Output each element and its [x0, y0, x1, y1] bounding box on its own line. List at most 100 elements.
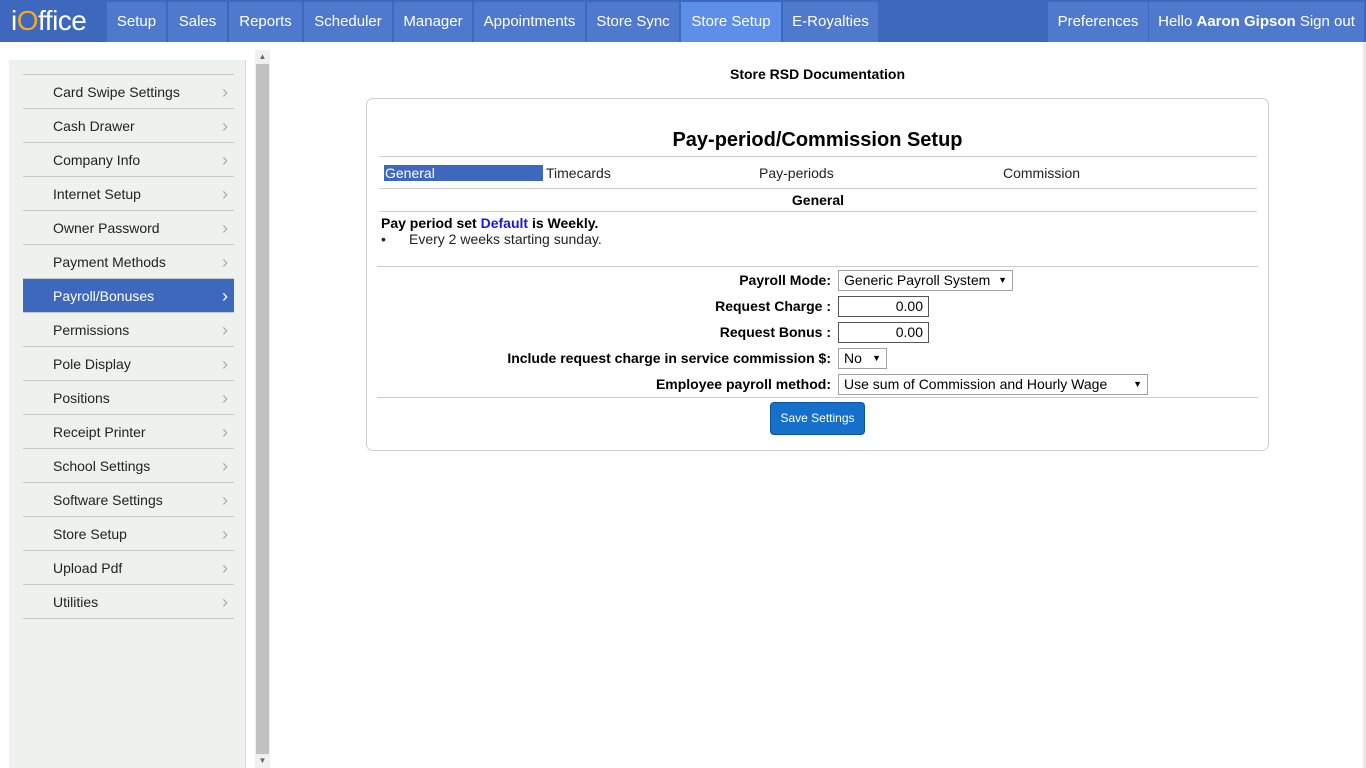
- chevron-right-icon: ›: [222, 388, 228, 408]
- pay-period-detail: • Every 2 weeks starting sunday.: [381, 231, 602, 247]
- logo-o: O: [16, 5, 39, 36]
- sidebar-item-receipt-printer[interactable]: Receipt Printer ›: [23, 415, 234, 449]
- scroll-down-arrow-icon[interactable]: ▼: [255, 754, 270, 768]
- chevron-right-icon: ›: [222, 524, 228, 544]
- sidebar-item-label: School Settings: [53, 458, 151, 474]
- request-bonus-row: Request Bonus : 0.00: [367, 322, 1268, 344]
- dropdown-arrow-icon: ▼: [1133, 379, 1142, 389]
- request-charge-input[interactable]: 0.00: [838, 296, 929, 317]
- chevron-right-icon: ›: [222, 184, 228, 204]
- sidebar-item-owner-password[interactable]: Owner Password ›: [23, 211, 234, 245]
- nav-preferences[interactable]: Preferences: [1048, 2, 1148, 42]
- request-charge-row: Request Charge : 0.00: [367, 296, 1268, 318]
- sidebar-item-label: Positions: [53, 390, 110, 406]
- employee-method-label: Employee payroll method:: [655, 376, 831, 392]
- tab-general[interactable]: General: [384, 165, 543, 181]
- nav-manager[interactable]: Manager: [394, 2, 473, 42]
- doc-title[interactable]: Store RSD Documentation: [366, 66, 1269, 82]
- sidebar-item-label: Upload Pdf: [53, 560, 123, 576]
- sidebar-item-software-settings[interactable]: Software Settings ›: [23, 483, 234, 517]
- sidebar-item-cash-drawer[interactable]: Cash Drawer ›: [23, 109, 234, 143]
- nav-appointments[interactable]: Appointments: [474, 2, 586, 42]
- user-name: Aaron Gipson: [1196, 13, 1296, 30]
- payroll-mode-label: Payroll Mode:: [739, 272, 831, 288]
- chevron-right-icon: ›: [222, 592, 228, 612]
- tab-bar: General Timecards Pay-periods Commission: [379, 156, 1257, 189]
- sidebar-item-company-info[interactable]: Company Info ›: [23, 143, 234, 177]
- sidebar-item-card-swipe-settings[interactable]: Card Swipe Settings ›: [23, 75, 234, 109]
- logo-rest: ffice: [38, 5, 87, 36]
- sidebar-item-label: Payroll/Bonuses: [53, 288, 155, 304]
- sidebar-item-school-settings[interactable]: School Settings ›: [23, 449, 234, 483]
- pay-period-default-link[interactable]: Default: [481, 215, 528, 231]
- chevron-right-icon: ›: [222, 218, 228, 238]
- tab-pay-periods[interactable]: Pay-periods: [759, 165, 834, 181]
- include-charge-label: Include request charge in service commis…: [507, 350, 831, 366]
- payroll-mode-select[interactable]: Generic Payroll System ▼: [838, 270, 1013, 291]
- sidebar-list: Card Swipe Settings › Cash Drawer › Company …: [23, 74, 234, 619]
- sidebar-item-pole-display[interactable]: Pole Display ›: [23, 347, 234, 381]
- sidebar-item-label: Pole Display: [53, 356, 131, 372]
- pay-period-detail-text: Every 2 weeks starting sunday.: [409, 231, 602, 247]
- chevron-right-icon: ›: [222, 320, 228, 340]
- include-charge-row: Include request charge in service commis…: [367, 348, 1268, 370]
- save-settings-button[interactable]: Save Settings: [770, 402, 865, 435]
- employee-method-select[interactable]: Use sum of Commission and Hourly Wage ▼: [838, 374, 1148, 395]
- sidebar-item-payroll-bonuses[interactable]: Payroll/Bonuses ›: [23, 279, 234, 313]
- chevron-right-icon: ›: [222, 286, 228, 306]
- sidebar-item-positions[interactable]: Positions ›: [23, 381, 234, 415]
- sidebar-item-store-setup[interactable]: Store Setup ›: [23, 517, 234, 551]
- sidebar-item-label: Cash Drawer: [53, 118, 135, 134]
- sidebar-scrollbar[interactable]: ▲ ▼: [255, 50, 270, 768]
- chevron-right-icon: ›: [222, 422, 228, 442]
- tab-timecards[interactable]: Timecards: [546, 165, 611, 181]
- employee-method-value: Use sum of Commission and Hourly Wage: [844, 376, 1108, 392]
- sign-out-link[interactable]: Sign out: [1300, 13, 1355, 30]
- sidebar-item-upload-pdf[interactable]: Upload Pdf ›: [23, 551, 234, 585]
- payroll-mode-value: Generic Payroll System: [844, 272, 991, 288]
- settings-card: Pay-period/Commission Setup General Time…: [366, 98, 1269, 451]
- dropdown-arrow-icon: ▼: [872, 353, 881, 363]
- dropdown-arrow-icon: ▼: [998, 275, 1007, 285]
- scroll-thumb[interactable]: [256, 64, 269, 754]
- chevron-right-icon: ›: [222, 252, 228, 272]
- scroll-up-arrow-icon[interactable]: ▲: [255, 50, 270, 64]
- sidebar: Card Swipe Settings › Cash Drawer › Company …: [9, 60, 246, 768]
- section-heading: General: [379, 189, 1257, 212]
- sidebar-item-payment-methods[interactable]: Payment Methods ›: [23, 245, 234, 279]
- tab-commission[interactable]: Commission: [1003, 165, 1080, 181]
- nav-store-sync[interactable]: Store Sync: [587, 2, 680, 42]
- sidebar-item-utilities[interactable]: Utilities ›: [23, 585, 234, 619]
- sidebar-item-label: Payment Methods: [53, 254, 166, 270]
- user-menu[interactable]: Hello Aaron Gipson Sign out: [1149, 2, 1364, 42]
- sidebar-item-label: Company Info: [53, 152, 141, 168]
- pay-period-prefix: Pay period set: [381, 215, 477, 231]
- sidebar-item-label: Permissions: [53, 322, 130, 338]
- card-title: Pay-period/Commission Setup: [672, 129, 963, 151]
- pay-period-summary: Pay period set Default is Weekly.: [381, 215, 598, 231]
- employee-method-row: Employee payroll method: Use sum of Comm…: [367, 374, 1268, 396]
- sidebar-item-label: Owner Password: [53, 220, 160, 236]
- pay-period-suffix: is Weekly.: [531, 215, 599, 231]
- hello-text: Hello: [1158, 13, 1193, 30]
- chevron-right-icon: ›: [222, 490, 228, 510]
- sidebar-item-label: Card Swipe Settings: [53, 84, 180, 100]
- sidebar-item-label: Utilities: [53, 594, 99, 610]
- nav-reports[interactable]: Reports: [229, 2, 303, 42]
- sidebar-item-permissions[interactable]: Permissions ›: [23, 313, 234, 347]
- nav-store-setup[interactable]: Store Setup: [681, 2, 782, 42]
- nav-e-royalties[interactable]: E-Royalties: [783, 2, 879, 42]
- chevron-right-icon: ›: [222, 116, 228, 136]
- chevron-right-icon: ›: [222, 150, 228, 170]
- chevron-right-icon: ›: [222, 558, 228, 578]
- sidebar-item-label: Internet Setup: [53, 186, 141, 202]
- nav-setup[interactable]: Setup: [107, 2, 167, 42]
- top-nav-bar: iOffice Setup Sales Reports Scheduler Ma…: [0, 0, 1366, 42]
- sidebar-item-internet-setup[interactable]: Internet Setup ›: [23, 177, 234, 211]
- app-logo[interactable]: iOffice: [11, 4, 87, 38]
- nav-sales[interactable]: Sales: [168, 2, 228, 42]
- chevron-right-icon: ›: [222, 456, 228, 476]
- nav-scheduler[interactable]: Scheduler: [304, 2, 393, 42]
- request-bonus-input[interactable]: 0.00: [838, 322, 929, 343]
- include-charge-select[interactable]: No ▼: [838, 348, 887, 369]
